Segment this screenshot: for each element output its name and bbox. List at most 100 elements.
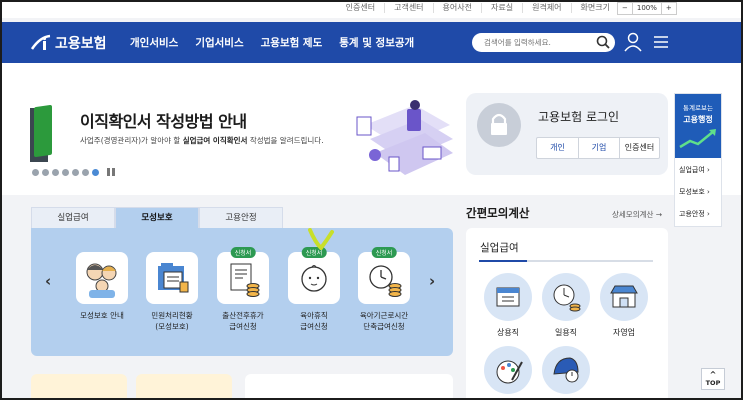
site-logo[interactable]: 고용보험 — [30, 33, 107, 53]
zoom-out-button[interactable]: − — [618, 3, 632, 14]
user-icon[interactable] — [624, 32, 642, 52]
util-link-archive[interactable]: 자료실 — [481, 3, 522, 13]
calc-self-employed-button[interactable]: 자영업 — [599, 273, 649, 338]
service-item-maternity-guide[interactable]: 모성보호 안내 — [67, 252, 137, 321]
stats-link-stability[interactable]: 고용안정 › — [679, 209, 710, 219]
main-nav: 고용보험 개인서비스 기업서비스 고용보험 제도 통계 및 정보공개 — [2, 22, 741, 63]
calc-subtitle: 실업급여 — [480, 242, 519, 254]
util-link-customer[interactable]: 고객센터 — [384, 3, 432, 13]
slide-dot[interactable] — [82, 168, 89, 176]
service-icon-box: 신청서 — [358, 247, 410, 304]
scroll-top-label: TOP — [705, 379, 721, 387]
nav-item-statistics[interactable]: 통계 및 정보공개 — [339, 35, 414, 50]
shop-icon — [610, 285, 638, 308]
service-icon-box — [146, 252, 198, 304]
logo-icon — [30, 34, 51, 50]
lock-icon — [491, 113, 507, 135]
util-link-glossary[interactable]: 용어사전 — [432, 3, 481, 13]
calc-card: 실업급여 상용직 일용직 자영업 — [466, 228, 668, 400]
slide-dot[interactable] — [42, 168, 49, 176]
clock-coins-icon — [369, 265, 402, 297]
bottom-card-1[interactable] — [31, 374, 127, 400]
util-link-remote[interactable]: 원격제어 — [522, 3, 570, 13]
calc-regular-button[interactable]: 상용직 — [483, 273, 533, 338]
slide-dot[interactable] — [62, 168, 69, 176]
baby-icon — [301, 265, 327, 292]
login-card: 고용보험 로그인 개인 기업 인증센터 — [466, 93, 668, 175]
calc-divider — [479, 260, 653, 262]
calendar-icon — [496, 287, 520, 307]
highlight-mark-icon — [308, 228, 334, 250]
service-label: 육아휴직 — [300, 311, 328, 320]
slide-desc-suffix: 작성법을 알려드립니다. — [247, 136, 324, 145]
search-box — [472, 33, 615, 52]
calc-item-label: 상용직 — [496, 328, 520, 337]
prev-arrow-icon[interactable]: ‹ — [45, 272, 51, 290]
stats-banner-line1: 통계로보는 — [683, 104, 713, 112]
service-label-2: 단축급여신청 — [363, 322, 405, 331]
slide-title[interactable]: 이직확인서 작성방법 안내 — [80, 108, 247, 132]
nav-item-personal[interactable]: 개인서비스 — [130, 35, 178, 50]
scroll-top-button[interactable]: ^ TOP — [701, 368, 725, 390]
calc-icon-circle — [484, 346, 532, 394]
login-certificate-button[interactable]: 인증센터 — [619, 138, 659, 158]
application-badge: 신청서 — [230, 247, 256, 258]
next-arrow-icon[interactable]: › — [429, 272, 435, 290]
calc-daily-button[interactable]: 일용직 — [541, 273, 591, 338]
logo-text: 고용보험 — [55, 36, 107, 52]
service-label: 육아기근로시간 — [359, 311, 409, 320]
chart-up-icon — [679, 129, 716, 149]
slide-dot[interactable] — [32, 168, 39, 176]
search-icon[interactable] — [596, 35, 610, 49]
tab-stability[interactable]: 고용안정 — [199, 207, 283, 228]
document-coins-icon — [230, 263, 260, 297]
service-icon-box — [76, 252, 128, 304]
slide-prev-image-accent — [34, 104, 52, 158]
service-item-reduced-hours[interactable]: 신청서 육아기근로시간단축급여신청 — [349, 247, 419, 332]
stats-link-maternity[interactable]: 모성보호 › — [679, 187, 710, 197]
calc-item-label: 자영업 — [612, 328, 636, 337]
nav-item-business[interactable]: 기업서비스 — [195, 35, 243, 50]
slide-dot[interactable] — [72, 168, 79, 176]
service-item-parental-leave[interactable]: 신청서 육아휴직급여신청 — [279, 247, 349, 332]
calc-icon-circle — [600, 273, 648, 321]
nav-item-system[interactable]: 고용보험 제도 — [261, 35, 323, 50]
slide-dot[interactable] — [92, 168, 99, 176]
nav-menu: 개인서비스 기업서비스 고용보험 제도 통계 및 정보공개 — [130, 35, 431, 50]
service-icon-box: 신청서 — [217, 247, 269, 304]
slide-desc-bold: 실업급여 이직확인서 — [182, 136, 248, 145]
slide-dot[interactable] — [52, 168, 59, 176]
calc-art-button[interactable] — [483, 346, 533, 394]
service-icon-box: 신청서 — [288, 247, 340, 304]
stats-side-panel: 통계로보는 고용행정 실업급여 › 모성보호 › 고용안정 › — [674, 93, 722, 227]
tab-unemployment[interactable]: 실업급여 — [31, 207, 115, 228]
stats-banner-line2: 고용행정 — [683, 115, 713, 124]
zoom-level: 100% — [631, 3, 661, 14]
login-business-button[interactable]: 기업 — [578, 138, 619, 158]
calc-detail-link[interactable]: 상세모의계산 → — [612, 209, 662, 220]
tab-maternity[interactable]: 모성보호 — [115, 207, 199, 228]
pause-icon[interactable] — [107, 168, 115, 176]
service-label-2: (모성보호) — [155, 322, 189, 331]
bottom-card-2[interactable] — [136, 374, 232, 400]
folder-icon — [158, 263, 189, 293]
util-link-auth[interactable]: 인증센터 — [337, 3, 384, 13]
slide-illustration — [356, 100, 453, 175]
service-label-2: 급여신청 — [300, 322, 328, 331]
chevron-up-icon: ^ — [709, 370, 717, 379]
menu-icon[interactable] — [653, 34, 669, 50]
service-tabs: 실업급여 모성보호 고용안정 — [31, 207, 283, 228]
bottom-card-notice[interactable] — [245, 374, 453, 400]
login-personal-button[interactable]: 개인 — [537, 138, 578, 158]
service-item-complaint-status[interactable]: 민원처리현황 (모성보호) — [137, 252, 207, 332]
service-label: 출산전후휴가 — [222, 311, 264, 320]
stats-link-unemployment[interactable]: 실업급여 › — [679, 165, 710, 175]
calc-delivery-button[interactable] — [541, 346, 591, 394]
util-link-screen-size: 화면크기 — [570, 3, 619, 13]
lock-badge — [477, 103, 521, 147]
stats-banner[interactable]: 통계로보는 고용행정 — [675, 94, 721, 158]
service-item-childbirth-benefit[interactable]: 신청서 출산전후휴가 급여신청 — [208, 247, 278, 332]
zoom-in-button[interactable]: + — [660, 3, 676, 14]
search-input[interactable] — [484, 35, 594, 50]
calc-icon-circle — [542, 273, 590, 321]
